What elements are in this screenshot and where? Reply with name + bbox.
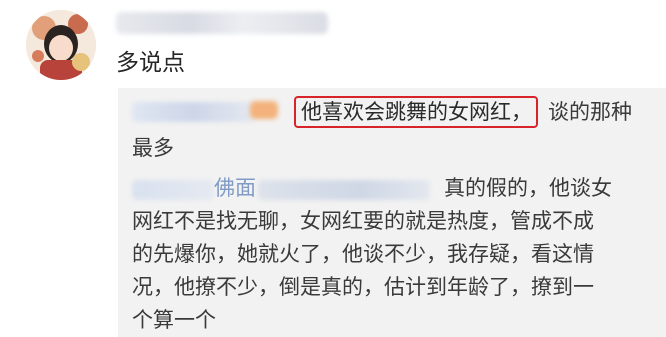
- quote-author-blurred: [132, 102, 254, 122]
- comment-text: 多说点: [116, 50, 185, 76]
- quote-line4: 网红不是找无聊，女网红要的就是热度，管成不成: [132, 209, 594, 233]
- quote-line3-tail: 真的假的，他谈女: [444, 176, 612, 200]
- quote-line1-highlight: 他喜欢会跳舞的女网红，: [301, 100, 532, 124]
- username-blurred[interactable]: [116, 12, 328, 34]
- quote-mention-fragment[interactable]: 佛面: [214, 172, 256, 204]
- quote-line2: 最多: [132, 136, 174, 160]
- quote-badge-blurred: [250, 101, 278, 119]
- quote-line1-rest: 谈的那种: [548, 100, 632, 124]
- quote-reply-target-blurred: [258, 180, 430, 200]
- quote-line6: 况，他撩不少，倒是真的，估计到年龄了，撩到一: [132, 275, 594, 299]
- quote-line5: 的先爆你，她就火了，他谈不少，我存疑，看这情: [132, 242, 594, 266]
- quoted-reply[interactable]: 他喜欢会跳舞的女网红， 谈的那种 最多 佛面 真的假的，他谈女 网红不是找无聊，…: [118, 88, 666, 337]
- avatar-illustration: [26, 10, 96, 80]
- quote-line7: 个算一个: [132, 308, 216, 332]
- quote-mention-blurred: [132, 180, 214, 200]
- user-avatar[interactable]: [26, 10, 96, 80]
